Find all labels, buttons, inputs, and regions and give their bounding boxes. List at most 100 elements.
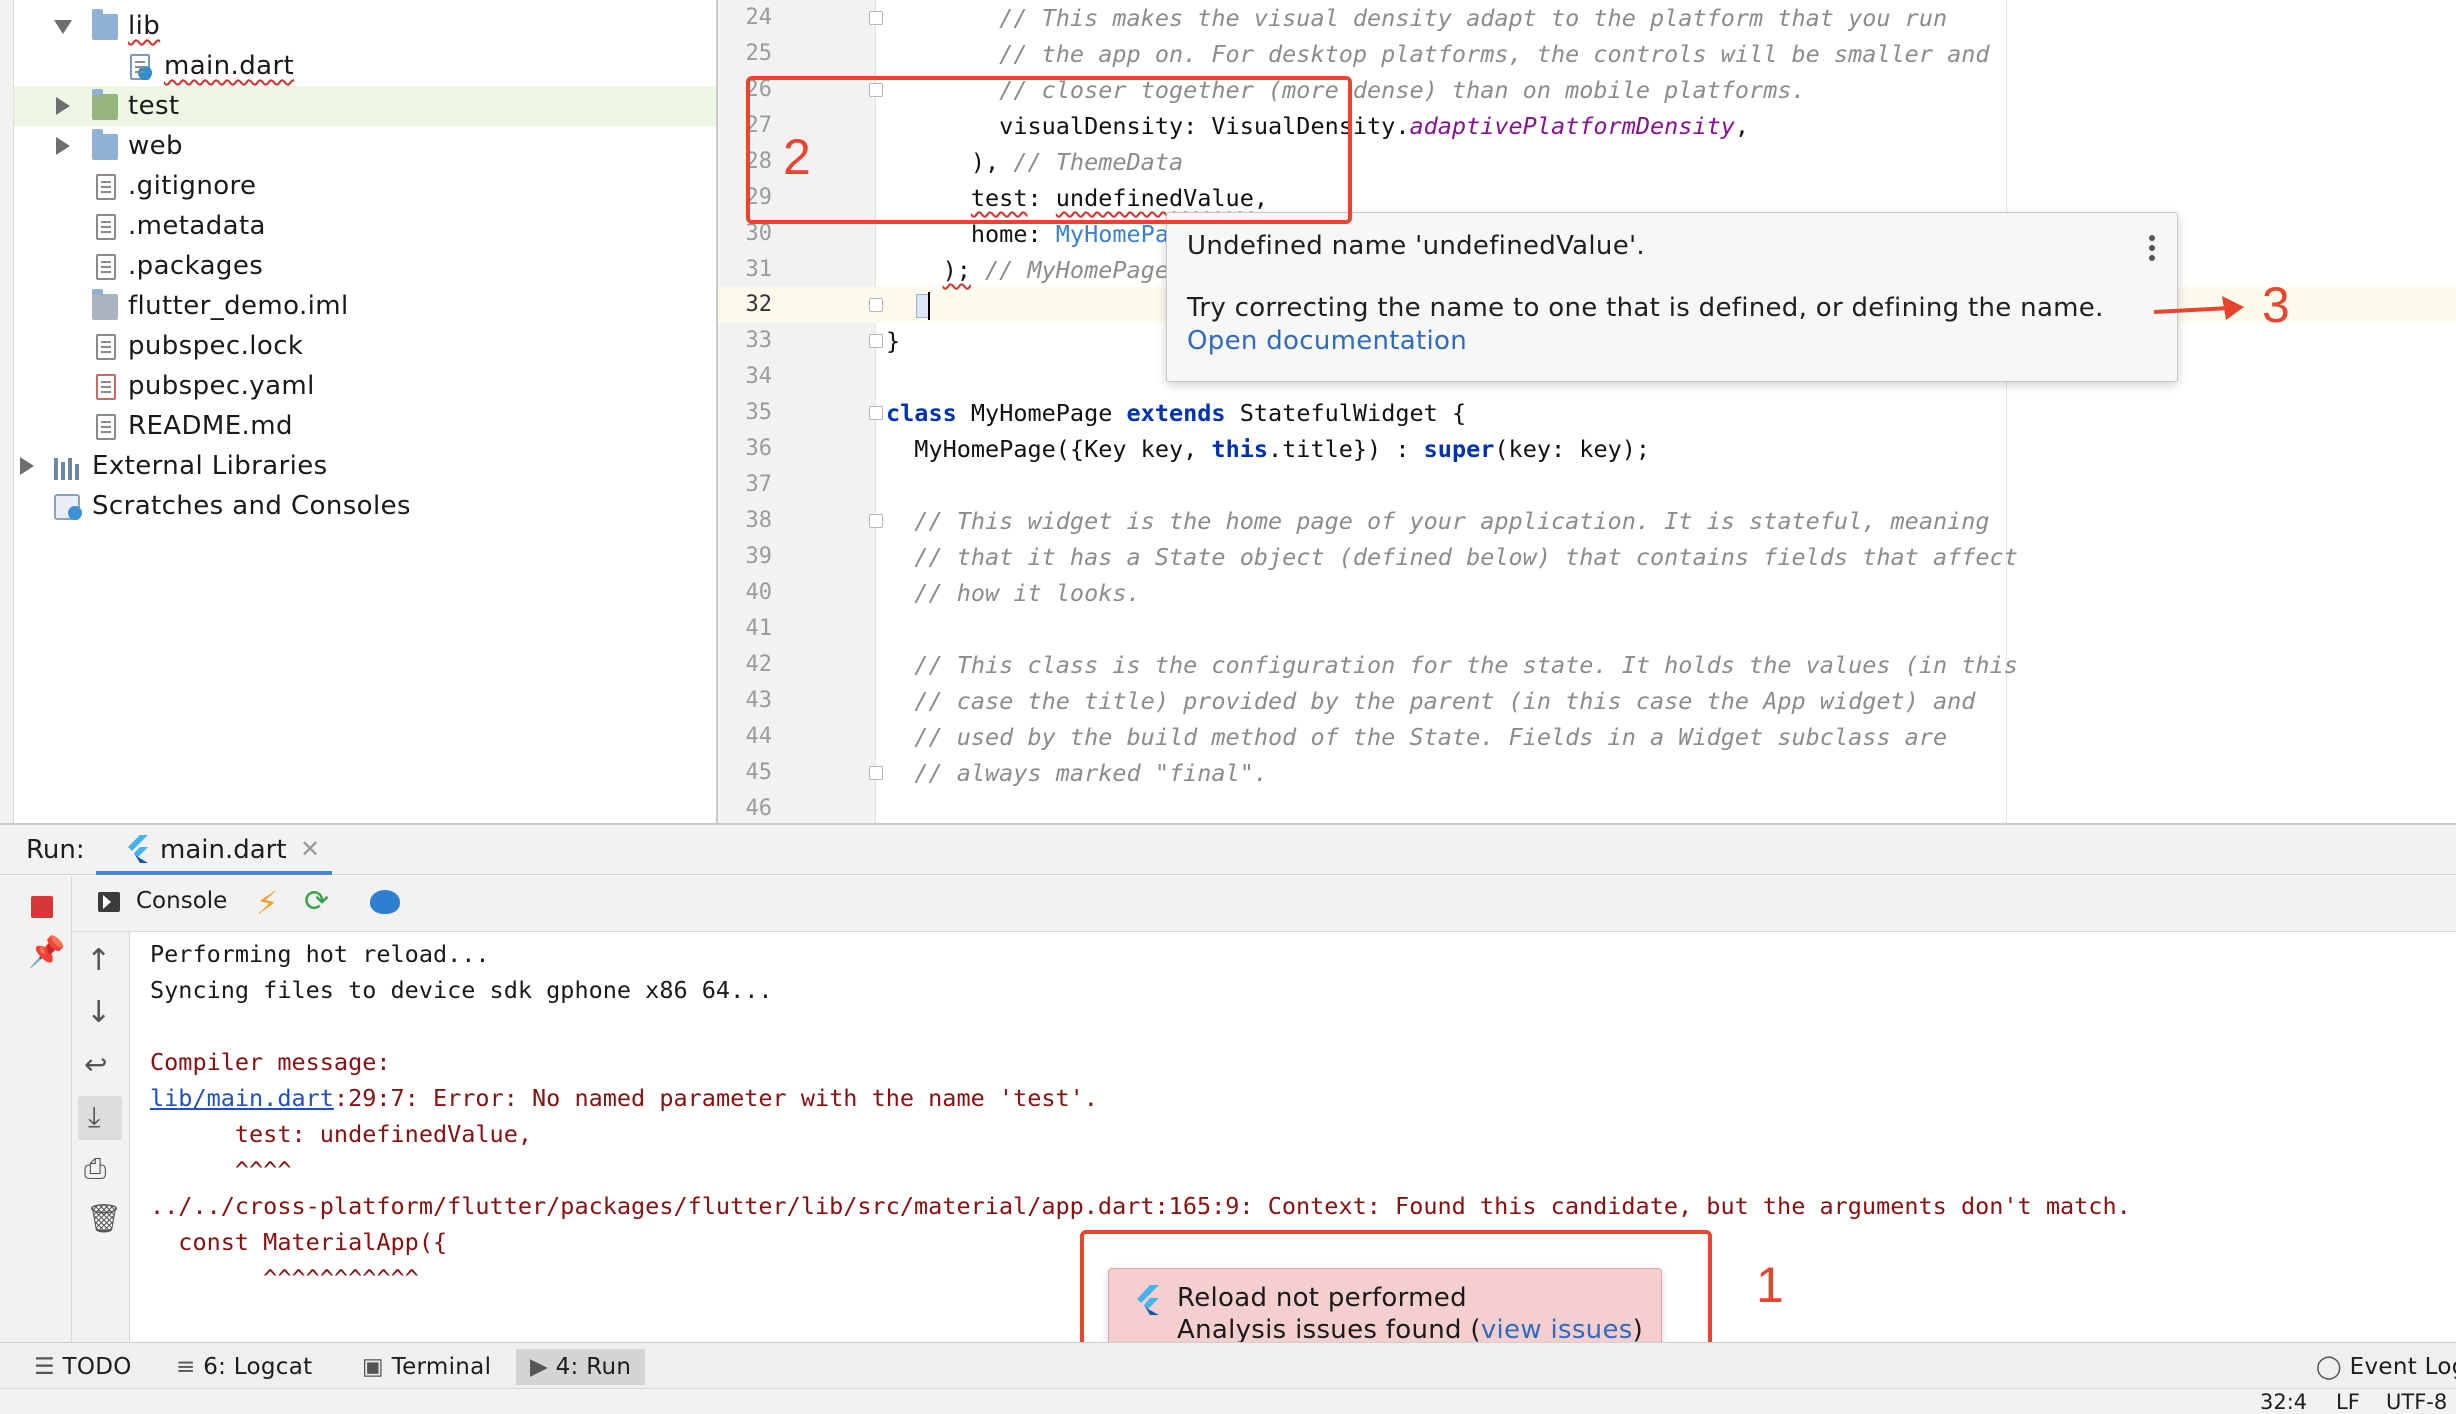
code-line: MyHomePage({Key key, this.title}) : supe… <box>886 435 1651 463</box>
tree-item-label: Scratches and Consoles <box>92 491 411 521</box>
soft-wrap-icon[interactable]: ↩ <box>84 1050 107 1080</box>
fold-marker-icon[interactable] <box>869 334 883 348</box>
tool-window-terminal[interactable]: ▣ Terminal <box>362 1349 491 1385</box>
status-bar: 32:4 LF UTF-8 <box>0 1388 2456 1414</box>
collapse-arrow-icon[interactable] <box>56 137 70 155</box>
text-cursor <box>928 292 930 320</box>
console-line-error: lib/main.dart:29:7: Error: No named para… <box>150 1084 1098 1112</box>
collapse-arrow-icon[interactable] <box>20 457 34 475</box>
tree-item-label: web <box>128 131 183 161</box>
tree-item-pubspec-lock[interactable]: pubspec.lock <box>14 326 716 366</box>
console-file-link[interactable]: lib/main.dart <box>150 1084 334 1112</box>
tree-item-readme[interactable]: README.md <box>14 406 716 446</box>
console-line-error: test: undefinedValue, <box>150 1120 533 1148</box>
list-icon: ☰ <box>34 1354 63 1380</box>
dart-file-icon <box>130 54 152 80</box>
tree-item-test[interactable]: test <box>14 86 716 126</box>
tool-window-logcat[interactable]: ≡ 6: Logcat <box>176 1349 312 1385</box>
line-separator[interactable]: LF <box>2336 1389 2360 1414</box>
tool-window-run[interactable]: ▶ 4: Run <box>516 1349 646 1385</box>
more-vertical-icon[interactable] <box>2149 235 2155 261</box>
tree-item-scratches[interactable]: Scratches and Consoles <box>14 486 716 526</box>
close-tab-icon[interactable]: ✕ <box>300 835 320 863</box>
console-line-error: ^^^^ <box>150 1156 292 1184</box>
open-documentation-link[interactable]: Open documentation <box>1187 326 1467 356</box>
console-tab[interactable]: Console <box>136 888 227 914</box>
tree-item-label: README.md <box>128 411 293 441</box>
cursor-position[interactable]: 32:4 <box>2260 1389 2307 1414</box>
text-file-icon <box>96 334 116 360</box>
web-folder-icon <box>92 129 118 160</box>
pin-icon[interactable]: 📌 <box>28 938 65 968</box>
tree-item-label: External Libraries <box>92 451 328 481</box>
tree-item-gitignore[interactable]: .gitignore <box>14 166 716 206</box>
line-number: 42 <box>745 652 773 677</box>
tree-item-main-dart[interactable]: main.dart <box>14 46 716 86</box>
tree-item-iml[interactable]: flutter_demo.iml <box>14 286 716 326</box>
fold-marker-icon[interactable] <box>869 766 883 780</box>
tool-window-todo[interactable]: ☰ TODO <box>34 1349 132 1385</box>
print-icon[interactable]: ⎙ <box>84 1154 106 1184</box>
tree-item-packages[interactable]: .packages <box>14 246 716 286</box>
tree-item-label: .gitignore <box>128 171 257 201</box>
error-tooltip: Undefined name 'undefinedValue'. Try cor… <box>1166 212 2178 382</box>
collapse-arrow-icon[interactable] <box>56 97 70 115</box>
annotation-label-3: 3 <box>2262 277 2290 333</box>
file-encoding[interactable]: UTF-8 <box>2386 1389 2447 1414</box>
devtools-icon[interactable] <box>370 890 400 914</box>
trash-icon[interactable]: 🗑 <box>86 1204 122 1234</box>
line-number: 31 <box>745 257 773 282</box>
code-line: // case the title) provided by the paren… <box>886 687 1976 715</box>
expand-arrow-icon[interactable] <box>54 20 72 34</box>
text-file-icon <box>96 214 116 240</box>
test-folder-icon <box>92 89 118 120</box>
tree-item-label: pubspec.yaml <box>128 371 315 401</box>
line-number: 45 <box>745 760 773 785</box>
tree-item-pubspec-yaml[interactable]: pubspec.yaml <box>14 366 716 406</box>
scroll-to-end-icon[interactable]: ⤓ <box>78 1096 122 1140</box>
fold-marker-icon[interactable] <box>869 11 883 25</box>
console-line-error: ../../cross-platform/flutter/packages/fl… <box>150 1192 2131 1220</box>
run-left-controls: 📌 <box>0 876 72 1342</box>
fold-marker-icon[interactable] <box>869 514 883 528</box>
line-number: 37 <box>745 472 773 497</box>
code-line: // that it has a State object (defined b… <box>886 543 2018 571</box>
console-line-error: Compiler message: <box>150 1048 391 1076</box>
terminal-icon: ▣ <box>362 1354 392 1380</box>
annotation-box-2 <box>746 76 1352 224</box>
scratches-icon <box>54 494 82 520</box>
tree-item-metadata[interactable]: .metadata <box>14 206 716 246</box>
stop-icon[interactable] <box>31 896 53 918</box>
tree-item-external-libraries[interactable]: External Libraries <box>14 446 716 486</box>
line-number: 46 <box>745 796 773 821</box>
fold-marker-icon[interactable] <box>869 406 883 420</box>
line-number-current: 32 <box>745 292 773 317</box>
text-file-icon <box>96 414 116 440</box>
line-number: 44 <box>745 724 773 749</box>
tool-window-event-log[interactable]: ◯ Event Log <box>2316 1349 2456 1385</box>
line-number: 34 <box>745 364 773 389</box>
tree-item-lib[interactable]: lib <box>14 6 716 46</box>
hot-reload-icon[interactable]: ⚡ <box>256 884 278 922</box>
run-panel-header: Run: main.dart ✕ <box>0 823 2456 875</box>
run-toolbar: Console ⚡ ⟳ <box>0 876 2456 932</box>
fold-marker-icon[interactable] <box>869 298 883 312</box>
tree-item-label: flutter_demo.iml <box>128 291 349 321</box>
line-number: 33 <box>745 328 773 353</box>
tree-item-web[interactable]: web <box>14 126 716 166</box>
line-number: 35 <box>745 400 773 425</box>
annotation-arrow-icon <box>2153 296 2244 320</box>
libraries-icon <box>54 454 82 480</box>
arrow-up-icon[interactable]: ↑ <box>86 946 111 976</box>
flutter-icon <box>128 835 148 863</box>
tooltip-title: Undefined name 'undefinedValue'. <box>1187 231 1645 261</box>
line-number: 41 <box>745 616 773 641</box>
hot-restart-icon[interactable]: ⟳ <box>304 884 329 919</box>
tree-item-label: .packages <box>128 251 264 281</box>
tree-item-label: pubspec.lock <box>128 331 304 361</box>
code-line: // This widget is the home page of your … <box>886 507 1990 535</box>
code-line: } <box>886 327 901 355</box>
arrow-down-icon[interactable]: ↓ <box>86 998 111 1028</box>
console-line: Syncing files to device sdk gphone x86 6… <box>150 976 773 1004</box>
run-tab-main-dart[interactable]: main.dart ✕ <box>96 825 332 875</box>
